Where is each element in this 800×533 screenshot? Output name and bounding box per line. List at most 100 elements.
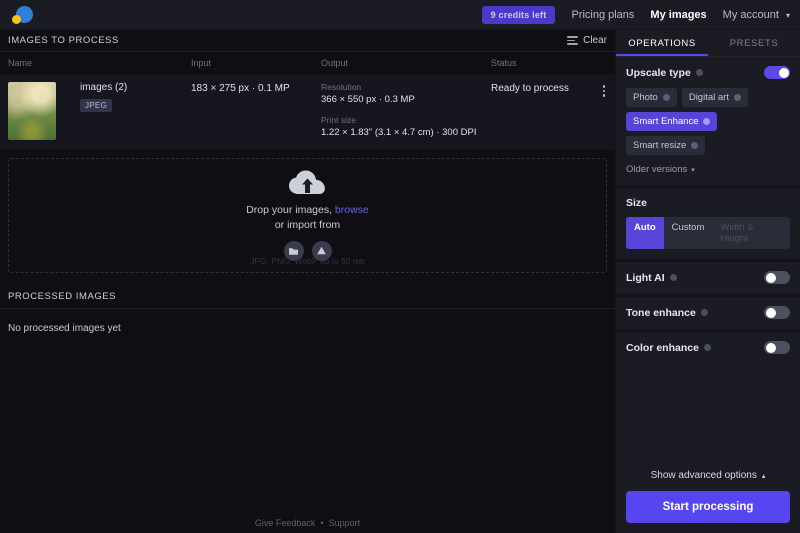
upscale-type-group: Upscale type Photo Digital art Smart Enh… — [616, 57, 800, 185]
dropzone-line1: Drop your images, browse — [246, 204, 369, 216]
tone-enhance-toggle[interactable] — [764, 306, 790, 319]
size-group: Size Auto Custom Width & Height — [616, 185, 800, 259]
output-printsize-label: Print size — [321, 115, 356, 125]
footer-separator: • — [320, 518, 324, 528]
dropzone-line2: or import from — [274, 219, 341, 231]
tab-presets[interactable]: PRESETS — [708, 30, 800, 56]
file-format-badge: JPEG — [80, 99, 113, 112]
output-printsize-value: 1.22 × 1.83" (3.1 × 4.7 cm) · 300 DPI — [321, 127, 477, 138]
file-name: images (2) — [80, 82, 128, 93]
panel-footer: Show advanced options ▴ Start processing — [616, 460, 800, 533]
main-body: IMAGES TO PROCESS Clear Name Input Outpu… — [0, 30, 800, 533]
tone-enhance-group: Tone enhance — [616, 294, 800, 329]
info-icon[interactable] — [700, 309, 708, 316]
chevron-up-icon: ▴ — [761, 473, 766, 480]
info-icon[interactable] — [703, 344, 711, 351]
chip-digital-art-label: Digital art — [688, 92, 729, 103]
light-ai-toggle[interactable] — [764, 271, 790, 284]
footer: Give Feedback • Support — [0, 518, 615, 528]
tone-enhance-row: Tone enhance — [626, 306, 790, 319]
chip-smart-resize[interactable]: Smart resize — [626, 136, 706, 155]
chip-smart-enhance[interactable]: Smart Enhance — [626, 112, 718, 131]
image-dropzone[interactable]: Drop your images, browse or import from — [8, 158, 607, 273]
size-option-auto[interactable]: Auto — [626, 217, 664, 249]
top-navigation-bar: 9 credits left Pricing plans My images M… — [0, 0, 800, 30]
older-versions-label: Older versions — [626, 164, 688, 175]
cloud-upload-icon — [288, 170, 328, 196]
chevron-down-icon: ▾ — [691, 167, 695, 174]
light-ai-row: Light AI — [626, 271, 790, 284]
image-thumbnail[interactable] — [8, 82, 56, 140]
toggle-knob — [765, 307, 776, 318]
color-enhance-label: Color enhance — [626, 341, 699, 354]
column-header-name: Name — [8, 58, 33, 68]
column-header-output: Output — [321, 58, 349, 68]
status-text: Ready to process — [491, 83, 569, 94]
color-enhance-group: Color enhance — [616, 329, 800, 364]
info-icon[interactable] — [733, 94, 741, 101]
info-icon[interactable] — [669, 274, 677, 281]
tone-enhance-label: Tone enhance — [626, 306, 696, 319]
older-versions-toggle[interactable]: Older versions ▾ — [626, 164, 790, 175]
nav-links: 9 credits left Pricing plans My images M… — [481, 5, 790, 24]
nav-item-pricing-plans[interactable]: Pricing plans — [571, 9, 634, 21]
clear-button[interactable]: Clear — [567, 35, 607, 46]
column-header-input: Input — [191, 58, 212, 68]
show-advanced-options-label: Show advanced options — [650, 470, 757, 481]
panel-tabs: OPERATIONS PRESETS — [616, 30, 800, 56]
app-logo-icon[interactable] — [8, 2, 38, 28]
toggle-knob — [778, 67, 789, 78]
chevron-down-icon: ▾ — [785, 10, 790, 20]
clear-button-label: Clear — [583, 35, 607, 46]
output-resolution-label: Resolution — [321, 82, 362, 92]
footer-support-link[interactable]: Support — [329, 518, 361, 528]
output-resolution-value: 366 × 550 px · 0.3 MP — [321, 94, 415, 105]
light-ai-label: Light AI — [626, 271, 665, 284]
dropzone-line1-prefix: Drop your images, — [246, 204, 335, 216]
processed-images-empty-text: No processed images yet — [8, 323, 121, 334]
chip-smart-enhance-label: Smart Enhance — [633, 116, 699, 127]
dropzone-format-note: JPG, PNG, WebP up to 50 mb — [250, 256, 365, 266]
more-options-icon[interactable] — [601, 83, 608, 99]
info-icon[interactable] — [695, 69, 703, 76]
processed-images-title: PROCESSED IMAGES — [8, 291, 117, 302]
app-root: 9 credits left Pricing plans My images M… — [0, 0, 800, 533]
upscale-type-header: Upscale type — [626, 66, 790, 79]
credits-badge[interactable]: 9 credits left — [481, 5, 556, 24]
info-icon[interactable] — [662, 94, 670, 101]
chip-photo[interactable]: Photo — [626, 88, 677, 107]
size-options: Auto Custom Width & Height — [626, 217, 790, 249]
footer-feedback-link[interactable]: Give Feedback — [255, 518, 316, 528]
column-header-status: Status — [491, 58, 517, 68]
chip-digital-art[interactable]: Digital art — [681, 88, 748, 107]
images-to-process-header: IMAGES TO PROCESS Clear — [0, 30, 615, 52]
size-label: Size — [626, 197, 648, 209]
info-icon[interactable] — [703, 118, 711, 125]
browse-link[interactable]: browse — [335, 204, 369, 216]
start-processing-button[interactable]: Start processing — [626, 491, 790, 523]
light-ai-group: Light AI — [616, 259, 800, 294]
nav-item-my-account-label: My account — [722, 8, 779, 21]
table-row[interactable]: images (2) JPEG 183 × 275 px · 0.1 MP Re… — [0, 74, 615, 150]
nav-item-my-images[interactable]: My images — [650, 9, 706, 21]
tab-operations[interactable]: OPERATIONS — [616, 30, 708, 56]
chip-smart-resize-label: Smart resize — [633, 140, 687, 151]
row-input-value: 183 × 275 px · 0.1 MP — [191, 83, 290, 94]
row-name-cell: images (2) JPEG — [56, 82, 191, 113]
upscale-type-label: Upscale type — [626, 66, 691, 79]
row-output-cell: Resolution 366 × 550 px · 0.3 MP Print s… — [321, 82, 491, 138]
operations-panel: OPERATIONS PRESETS Upscale type Photo Di… — [615, 30, 800, 533]
size-option-width-height: Width & Height — [720, 222, 754, 244]
info-icon[interactable] — [691, 142, 699, 149]
logo-yellow-circle — [12, 14, 21, 24]
size-option-custom[interactable]: Custom — [664, 217, 713, 249]
table-header-row: Name Input Output Status — [0, 52, 615, 74]
processed-images-header: PROCESSED IMAGES — [0, 285, 615, 309]
color-enhance-toggle[interactable] — [764, 341, 790, 354]
nav-item-my-account[interactable]: My account ▾ — [723, 9, 790, 21]
color-enhance-row: Color enhance — [626, 341, 790, 354]
upscale-type-toggle[interactable] — [764, 66, 790, 79]
chip-photo-label: Photo — [633, 92, 658, 103]
show-advanced-options-button[interactable]: Show advanced options ▴ — [626, 460, 790, 491]
toggle-knob — [765, 342, 776, 353]
